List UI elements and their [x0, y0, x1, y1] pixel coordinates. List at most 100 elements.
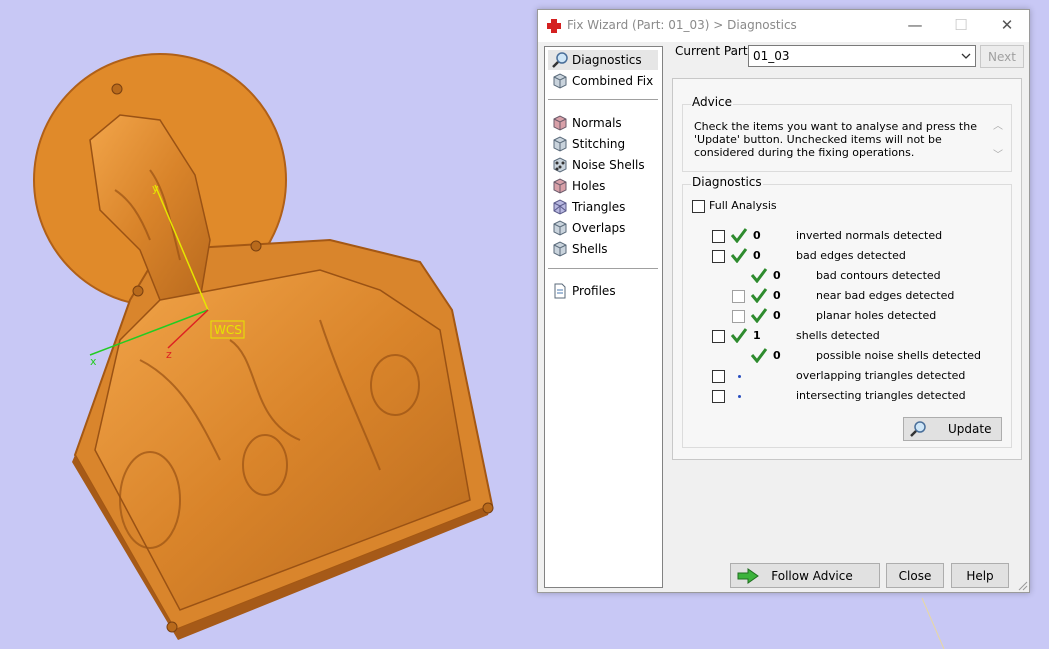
sidebar-item-diagnostics[interactable]: Diagnostics: [548, 50, 658, 70]
row-label: inverted normals detected: [796, 229, 943, 242]
magnifier-icon: [910, 421, 926, 437]
row-count: 0: [773, 289, 781, 302]
scroll-down-icon[interactable]: ﹀: [991, 146, 1005, 161]
green-check-icon: [750, 308, 768, 323]
advice-scrollbar[interactable]: ︿ ﹀: [991, 117, 1005, 165]
maximize-button[interactable]: ☐: [938, 10, 984, 40]
green-check-icon: [730, 228, 748, 243]
full-analysis-checkbox[interactable]: [692, 200, 705, 213]
green-arrow-icon: [737, 568, 759, 584]
sidebar-item-label: Combined Fix: [572, 74, 654, 88]
green-check-icon: [750, 268, 768, 283]
window-title: Fix Wizard (Part: 01_03) > Diagnostics: [567, 18, 797, 32]
follow-advice-button[interactable]: Follow Advice: [730, 563, 880, 588]
red-cross-icon: [547, 19, 561, 33]
row-count: 0: [753, 249, 761, 262]
magnifier-icon: [552, 52, 568, 68]
sidebar-item-label: Profiles: [572, 284, 616, 298]
sidebar-item-combined-fix[interactable]: Combined Fix: [548, 71, 658, 91]
maximize-icon: ☐: [954, 16, 968, 34]
title-bar[interactable]: Fix Wizard (Part: 01_03) > Diagnostics —…: [538, 10, 1029, 42]
row-count: 0: [773, 269, 781, 282]
follow-advice-label: Follow Advice: [771, 568, 853, 583]
row-count: 0: [773, 309, 781, 322]
sidebar-item-overlaps[interactable]: Overlaps: [548, 218, 658, 238]
not-analysed-dot-icon: [738, 395, 741, 398]
sidebar-item-profiles[interactable]: Profiles: [548, 281, 658, 301]
sidebar-item-noise-shells[interactable]: Noise Shells: [548, 155, 658, 175]
row-label: planar holes detected: [816, 309, 937, 322]
sidebar-item-label: Triangles: [572, 200, 626, 214]
sidebar-item-triangles[interactable]: Triangles: [548, 197, 658, 217]
screw-hole: [132, 285, 144, 297]
normals-cube-icon: [553, 115, 567, 131]
sidebar-item-shells[interactable]: Shells: [548, 239, 658, 259]
row-label: shells detected: [796, 329, 880, 342]
close-button-label: Close: [898, 568, 932, 583]
minimize-button[interactable]: —: [892, 10, 938, 40]
advice-text: Check the items you want to analyse and …: [694, 120, 977, 159]
next-button[interactable]: Next: [980, 45, 1024, 68]
axis-x-label: x: [90, 355, 97, 368]
advice-title: Advice: [691, 95, 734, 109]
row-label: possible noise shells detected: [816, 349, 982, 362]
row-checkbox[interactable]: [712, 390, 725, 403]
row-label: near bad edges detected: [816, 289, 955, 302]
row-checkbox[interactable]: [712, 250, 725, 263]
row-count: 0: [773, 349, 781, 362]
green-check-icon: [750, 288, 768, 303]
wizard-sidebar: Diagnostics Combined Fix Normals Stitchi…: [544, 46, 663, 588]
close-button[interactable]: Close: [886, 563, 944, 588]
green-check-icon: [750, 348, 768, 363]
sidebar-item-label: Diagnostics: [572, 53, 642, 67]
shells-cube-icon: [553, 241, 567, 257]
current-part-select[interactable]: 01_03: [748, 45, 976, 67]
current-part-value: 01_03: [753, 49, 790, 63]
sidebar-divider: [548, 99, 658, 100]
sidebar-item-normals[interactable]: Normals: [548, 113, 658, 133]
diagnostics-group: Diagnostics Full Analysis 0 inverted nor…: [682, 175, 1012, 448]
help-button-label: Help: [966, 568, 994, 583]
sidebar-item-label: Normals: [572, 116, 622, 130]
sidebar-item-stitching[interactable]: Stitching: [548, 134, 658, 154]
next-button-label: Next: [988, 49, 1016, 64]
holes-cube-icon: [553, 178, 567, 194]
resize-grip-icon[interactable]: [1018, 581, 1028, 591]
row-checkbox[interactable]: [712, 370, 725, 383]
stitching-cube-icon: [553, 136, 567, 152]
screw-hole: [250, 240, 262, 252]
axis-y-label: y: [152, 182, 159, 195]
diagnostics-title: Diagnostics: [691, 175, 763, 189]
screw-hole: [166, 621, 178, 633]
sidebar-item-label: Holes: [572, 179, 606, 193]
minimize-icon: —: [907, 16, 923, 34]
sidebar-item-label: Noise Shells: [572, 158, 645, 172]
pointer-line: [921, 597, 945, 649]
close-icon: ✕: [1000, 16, 1014, 34]
row-checkbox[interactable]: [732, 290, 745, 303]
row-checkbox[interactable]: [732, 310, 745, 323]
row-label: intersecting triangles detected: [796, 389, 966, 402]
sidebar-divider: [548, 268, 658, 269]
sidebar-item-label: Stitching: [572, 137, 626, 151]
chevron-down-icon: [961, 53, 971, 59]
row-checkbox[interactable]: [712, 330, 725, 343]
row-label: overlapping triangles detected: [796, 369, 966, 382]
full-analysis-label: Full Analysis: [709, 199, 777, 212]
scroll-up-icon[interactable]: ︿: [991, 117, 1005, 132]
row-count: 1: [753, 329, 761, 342]
fix-wizard-window: Fix Wizard (Part: 01_03) > Diagnostics —…: [537, 9, 1030, 593]
sidebar-item-holes[interactable]: Holes: [548, 176, 658, 196]
sidebar-item-label: Shells: [572, 242, 608, 256]
sidebar-item-label: Overlaps: [572, 221, 626, 235]
advice-group: Advice Check the items you want to analy…: [682, 95, 1012, 172]
green-check-icon: [730, 248, 748, 263]
update-button[interactable]: Update: [903, 417, 1002, 441]
row-checkbox[interactable]: [712, 230, 725, 243]
screw-hole: [482, 502, 494, 514]
model-part[interactable]: [33, 53, 494, 640]
close-window-button[interactable]: ✕: [984, 10, 1030, 40]
row-label: bad edges detected: [796, 249, 906, 262]
help-button[interactable]: Help: [951, 563, 1009, 588]
axis-z-label: z: [166, 348, 172, 361]
